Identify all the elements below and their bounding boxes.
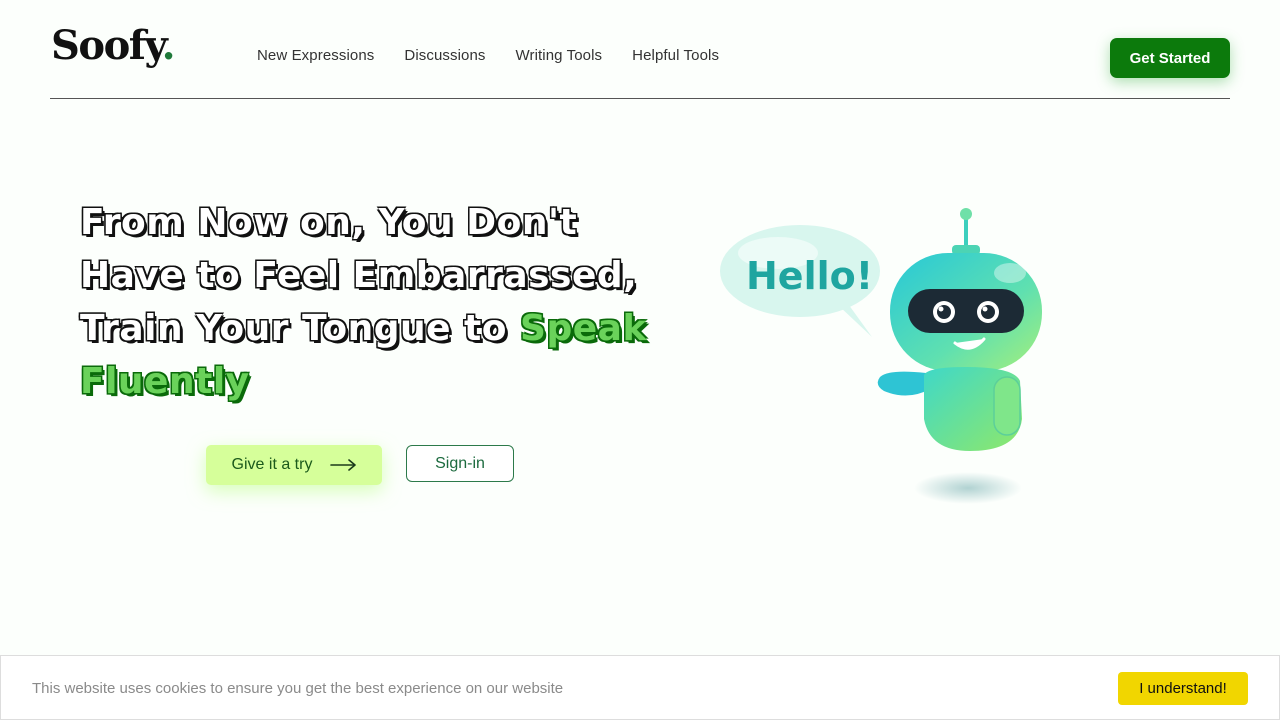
brand-dot: . bbox=[161, 22, 176, 69]
cookie-accept-button[interactable]: I understand! bbox=[1118, 672, 1248, 705]
cookie-message: This website uses cookies to ensure you … bbox=[32, 680, 564, 697]
brand-name: Soofy bbox=[51, 22, 163, 69]
arrow-right-icon bbox=[330, 459, 357, 471]
nav-item-writing-tools[interactable]: Writing Tools bbox=[516, 47, 603, 64]
bubble-text: Hello! bbox=[746, 254, 873, 298]
try-label: Give it a try bbox=[231, 456, 313, 473]
headline-line-3: Train Your Tongue to bbox=[80, 308, 521, 349]
cookie-consent-bar: This website uses cookies to ensure you … bbox=[0, 655, 1280, 720]
robot-mascot-icon: Hello! bbox=[720, 208, 1042, 504]
give-it-a-try-button[interactable]: Give it a try bbox=[206, 445, 382, 485]
site-header: Soofy. New Expressions Discussions Writi… bbox=[50, 0, 1230, 99]
main-nav: New Expressions Discussions Writing Tool… bbox=[257, 47, 719, 64]
hero-headline: From Now on, You Don't Have to Feel Emba… bbox=[80, 196, 680, 408]
sign-in-button[interactable]: Sign-in bbox=[406, 445, 514, 482]
nav-item-helpful-tools[interactable]: Helpful Tools bbox=[632, 47, 719, 64]
get-started-button[interactable]: Get Started bbox=[1110, 38, 1230, 78]
nav-item-discussions[interactable]: Discussions bbox=[404, 47, 485, 64]
headline-line-2: Have to Feel Embarrassed, bbox=[80, 255, 638, 296]
headline-line-1: From Now on, You Don't bbox=[80, 202, 578, 243]
nav-item-new-expressions[interactable]: New Expressions bbox=[257, 47, 374, 64]
brand-logo[interactable]: Soofy. bbox=[51, 22, 176, 69]
